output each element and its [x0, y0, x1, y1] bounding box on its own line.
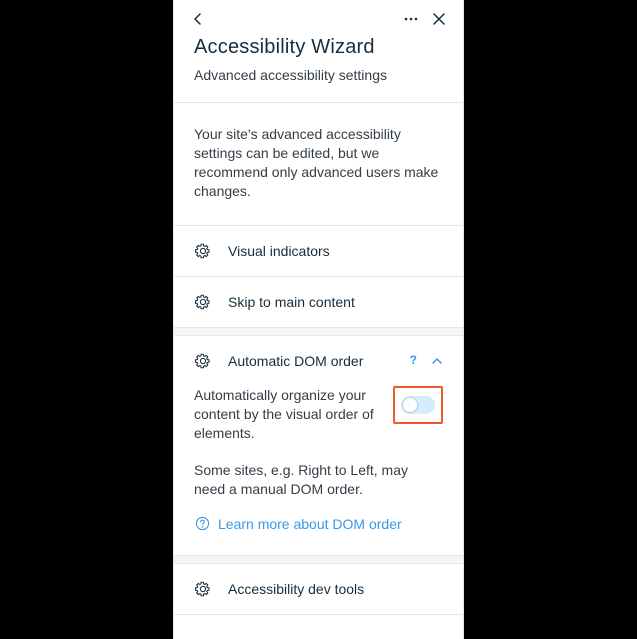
dom-order-note: Some sites, e.g. Right to Left, may need… [194, 461, 443, 499]
section-spacer [174, 556, 463, 564]
close-icon[interactable] [431, 11, 447, 27]
row-label: Accessibility dev tools [228, 580, 364, 598]
toggle-thumb [402, 397, 418, 413]
header-bar [174, 0, 463, 28]
toggle-highlight-frame [393, 386, 443, 424]
intro-section: Your site's advanced accessibility setti… [174, 103, 463, 226]
chevron-up-icon[interactable] [431, 355, 443, 367]
back-icon[interactable] [190, 11, 206, 27]
description-row: Automatically organize your content by t… [194, 386, 443, 443]
more-icon[interactable] [403, 11, 419, 27]
question-circle-icon [194, 516, 210, 532]
panel-title: Accessibility Wizard [194, 34, 443, 60]
row-auto-dom-order-section: Automatic DOM order ? Automatically orga… [174, 336, 463, 556]
panel-subtitle: Advanced accessibility settings [194, 66, 443, 84]
row-label: Skip to main content [228, 293, 355, 311]
accessibility-wizard-panel: Accessibility Wizard Advanced accessibil… [173, 0, 464, 639]
row-a11y-dev-tools[interactable]: Accessibility dev tools [174, 564, 463, 615]
learn-more-text: Learn more about DOM order [218, 515, 402, 533]
gear-icon [194, 580, 212, 598]
section-spacer [174, 328, 463, 336]
learn-more-link[interactable]: Learn more about DOM order [194, 515, 443, 533]
row-label: Visual indicators [228, 242, 330, 260]
gear-icon [194, 242, 212, 260]
intro-text: Your site's advanced accessibility setti… [174, 103, 463, 225]
row-auto-dom-order[interactable]: Automatic DOM order ? [174, 336, 463, 386]
row-label: Automatic DOM order [228, 352, 410, 370]
panel-header-section: Accessibility Wizard Advanced accessibil… [174, 0, 463, 103]
dom-order-toggle[interactable] [401, 396, 435, 414]
title-block: Accessibility Wizard Advanced accessibil… [174, 28, 463, 102]
gear-icon [194, 293, 212, 311]
gear-icon [194, 352, 212, 370]
row-visual-indicators[interactable]: Visual indicators [174, 226, 463, 277]
description-text: Automatically organize your content by t… [194, 386, 383, 443]
header-actions [403, 11, 447, 27]
help-icon[interactable]: ? [410, 353, 417, 369]
auto-dom-order-body: Automatically organize your content by t… [174, 386, 463, 555]
row-skip-to-main[interactable]: Skip to main content [174, 277, 463, 328]
